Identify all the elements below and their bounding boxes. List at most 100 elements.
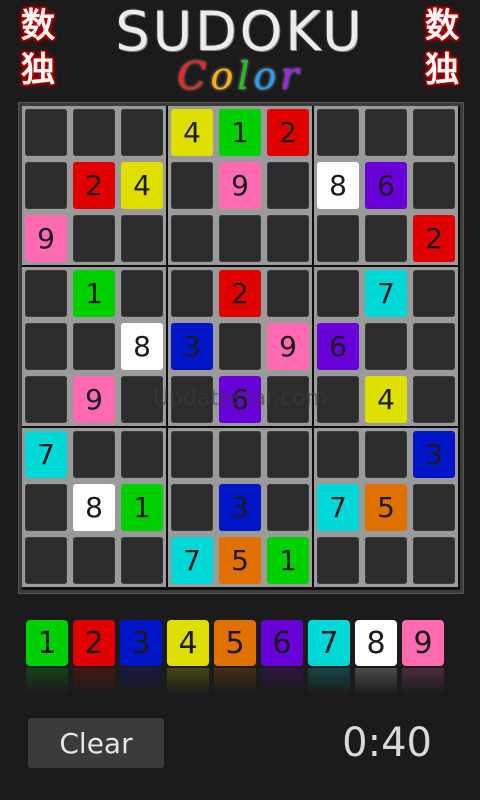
- empty-tile: [25, 537, 67, 584]
- board-cell[interactable]: 8: [118, 320, 166, 373]
- board-cell[interactable]: [362, 212, 410, 265]
- board-cell[interactable]: [264, 428, 312, 481]
- board-cell[interactable]: 3: [410, 428, 458, 481]
- board-cell[interactable]: [264, 373, 312, 426]
- empty-tile: [219, 215, 261, 262]
- board-cell[interactable]: [410, 106, 458, 159]
- board-cell[interactable]: 8: [314, 159, 362, 212]
- clear-button[interactable]: Clear: [28, 718, 164, 768]
- board-cell[interactable]: [118, 267, 166, 320]
- board-cell[interactable]: [362, 106, 410, 159]
- board-cell[interactable]: 4: [168, 106, 216, 159]
- board-cell[interactable]: 6: [216, 373, 264, 426]
- palette-button[interactable]: 1: [26, 620, 68, 694]
- board-cell[interactable]: [22, 320, 70, 373]
- board-cell[interactable]: [70, 212, 118, 265]
- board-cell[interactable]: [168, 267, 216, 320]
- board-cell[interactable]: 9: [70, 373, 118, 426]
- board-cell[interactable]: [118, 534, 166, 587]
- board-cell[interactable]: 4: [118, 159, 166, 212]
- empty-tile: [171, 162, 213, 209]
- board-cell[interactable]: [168, 373, 216, 426]
- board-cell[interactable]: [264, 212, 312, 265]
- palette-button[interactable]: 6: [261, 620, 303, 694]
- kanji-char: 独: [425, 50, 459, 90]
- board-cell[interactable]: 3: [216, 481, 264, 534]
- palette-button[interactable]: 9: [402, 620, 444, 694]
- board-cell[interactable]: [70, 106, 118, 159]
- palette-button[interactable]: 3: [120, 620, 162, 694]
- board-cell[interactable]: 8: [70, 481, 118, 534]
- board-cell[interactable]: [22, 106, 70, 159]
- board-cell[interactable]: [216, 212, 264, 265]
- board-cell[interactable]: 1: [70, 267, 118, 320]
- board-cell[interactable]: 6: [362, 159, 410, 212]
- board-cell[interactable]: 9: [264, 320, 312, 373]
- empty-tile: [413, 270, 455, 317]
- board-cell[interactable]: 3: [168, 320, 216, 373]
- board-cell[interactable]: [314, 373, 362, 426]
- board-cell[interactable]: [118, 212, 166, 265]
- board-cell[interactable]: [314, 534, 362, 587]
- board-cell[interactable]: 7: [314, 481, 362, 534]
- board-cell[interactable]: [264, 481, 312, 534]
- board-cell[interactable]: 9: [22, 212, 70, 265]
- board-cell[interactable]: [70, 428, 118, 481]
- board-cell[interactable]: [362, 534, 410, 587]
- board-cell[interactable]: 7: [168, 534, 216, 587]
- board-cell[interactable]: [22, 373, 70, 426]
- board-cell[interactable]: [264, 159, 312, 212]
- board-cell[interactable]: [118, 106, 166, 159]
- board-cell[interactable]: 7: [362, 267, 410, 320]
- board-cell[interactable]: 2: [216, 267, 264, 320]
- empty-tile: [25, 376, 67, 423]
- board-cell[interactable]: 1: [264, 534, 312, 587]
- palette-button[interactable]: 2: [73, 620, 115, 694]
- board-cell[interactable]: [314, 428, 362, 481]
- board-cell[interactable]: [410, 320, 458, 373]
- board-cell[interactable]: [410, 267, 458, 320]
- board-cell[interactable]: 2: [410, 212, 458, 265]
- board-cell[interactable]: [410, 373, 458, 426]
- board-cell[interactable]: [314, 106, 362, 159]
- board-cell[interactable]: [70, 320, 118, 373]
- board-cell[interactable]: 5: [216, 534, 264, 587]
- board-cell[interactable]: [22, 159, 70, 212]
- board-cell[interactable]: [410, 159, 458, 212]
- board-cell[interactable]: [168, 159, 216, 212]
- board-cell[interactable]: [216, 320, 264, 373]
- palette-button[interactable]: 8: [355, 620, 397, 694]
- board-cell[interactable]: [118, 428, 166, 481]
- board-cell[interactable]: [264, 267, 312, 320]
- board-cell[interactable]: 1: [118, 481, 166, 534]
- board-cell[interactable]: [168, 212, 216, 265]
- board-cell[interactable]: [216, 428, 264, 481]
- board-cell[interactable]: [118, 373, 166, 426]
- palette-button[interactable]: 4: [167, 620, 209, 694]
- board-cell[interactable]: 2: [70, 159, 118, 212]
- board-cell[interactable]: [362, 320, 410, 373]
- board-cell[interactable]: 9: [216, 159, 264, 212]
- board-cell[interactable]: [410, 481, 458, 534]
- board-cell[interactable]: [362, 428, 410, 481]
- board-cell[interactable]: 7: [22, 428, 70, 481]
- board-cell[interactable]: 4: [362, 373, 410, 426]
- board-cell[interactable]: [314, 212, 362, 265]
- empty-tile: [317, 215, 359, 262]
- palette-reflection: [214, 668, 256, 694]
- board-cell[interactable]: [168, 481, 216, 534]
- board-cell[interactable]: [70, 534, 118, 587]
- board-cell[interactable]: 6: [314, 320, 362, 373]
- board-cell[interactable]: [22, 534, 70, 587]
- empty-tile: [365, 537, 407, 584]
- palette-button[interactable]: 5: [214, 620, 256, 694]
- board-cell[interactable]: [22, 267, 70, 320]
- board-cell[interactable]: [410, 534, 458, 587]
- board-cell[interactable]: 1: [216, 106, 264, 159]
- board-cell[interactable]: 2: [264, 106, 312, 159]
- palette-button[interactable]: 7: [308, 620, 350, 694]
- board-cell[interactable]: [168, 428, 216, 481]
- board-cell[interactable]: [314, 267, 362, 320]
- board-cell[interactable]: [22, 481, 70, 534]
- board-cell[interactable]: 5: [362, 481, 410, 534]
